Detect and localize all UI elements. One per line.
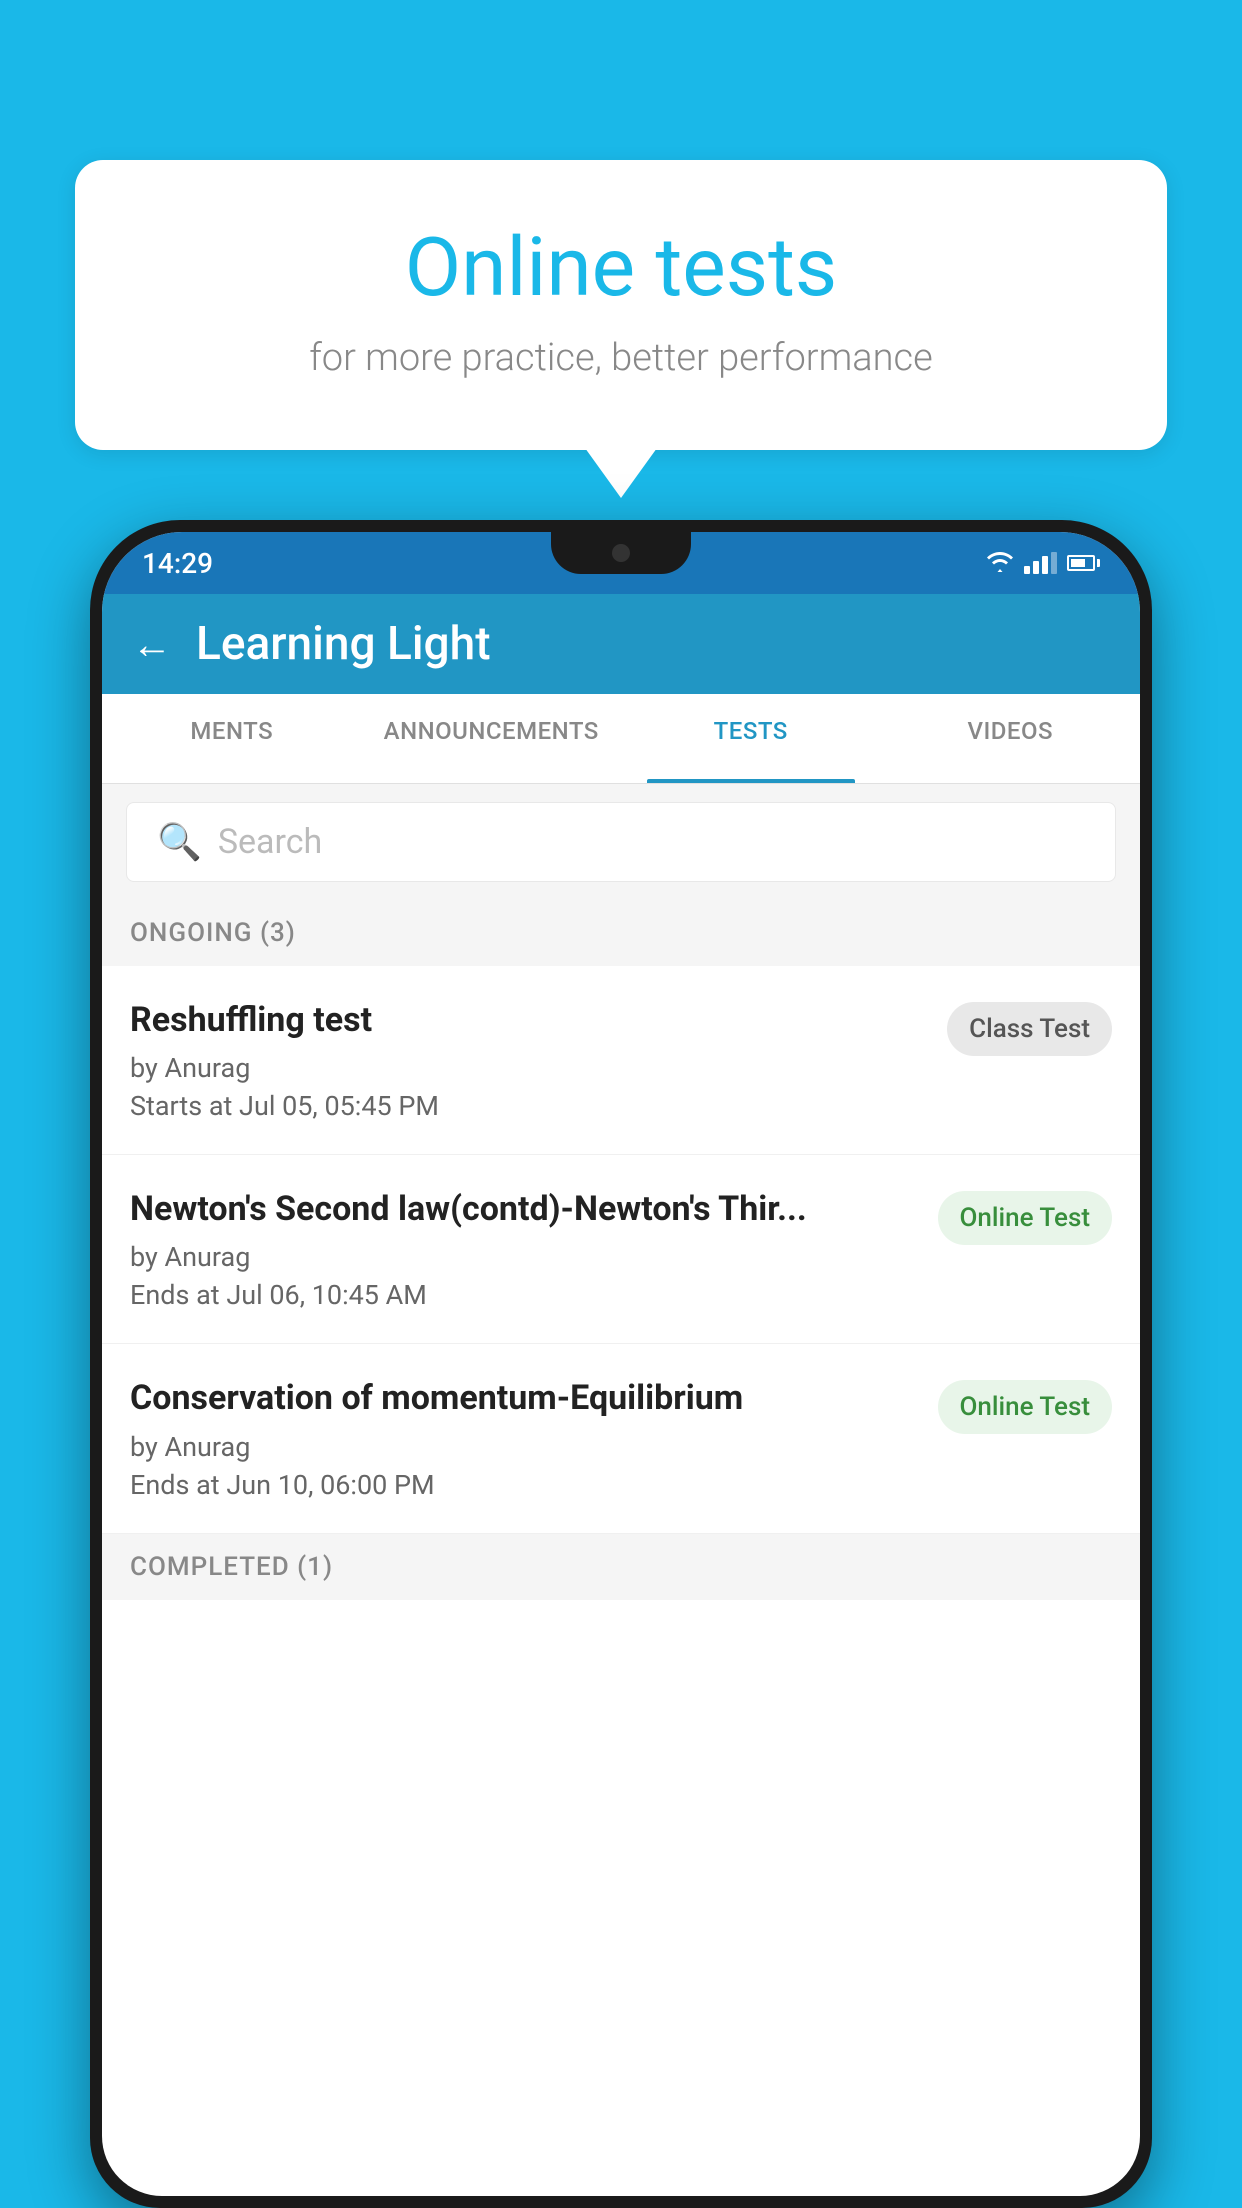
- wifi-icon: [986, 552, 1014, 574]
- test-name-2: Newton's Second law(contd)-Newton's Thir…: [130, 1187, 918, 1231]
- test-info-2: Newton's Second law(contd)-Newton's Thir…: [130, 1187, 938, 1311]
- test-info-3: Conservation of momentum-Equilibrium by …: [130, 1376, 938, 1500]
- test-list: Reshuffling test by Anurag Starts at Jul…: [102, 966, 1140, 1534]
- phone-screen: 14:29: [102, 532, 1140, 2196]
- tab-videos[interactable]: VIDEOS: [881, 694, 1141, 783]
- test-item-reshuffling[interactable]: Reshuffling test by Anurag Starts at Jul…: [102, 966, 1140, 1155]
- completed-label: COMPLETED (1): [130, 1552, 333, 1582]
- phone-frame: 14:29: [90, 520, 1152, 2208]
- test-author-2: by Anurag: [130, 1241, 918, 1273]
- tab-tests[interactable]: TESTS: [621, 694, 881, 783]
- bubble-title: Online tests: [125, 220, 1117, 316]
- status-bar: 14:29: [102, 532, 1140, 594]
- test-date-2: Ends at Jul 06, 10:45 AM: [130, 1279, 918, 1311]
- tab-ments[interactable]: MENTS: [102, 694, 362, 783]
- test-badge-1: Class Test: [947, 1002, 1112, 1056]
- ongoing-section-header: ONGOING (3): [102, 900, 1140, 966]
- app-bar: ← Learning Light: [102, 594, 1140, 694]
- test-name-1: Reshuffling test: [130, 998, 927, 1042]
- bubble-subtitle: for more practice, better performance: [125, 336, 1117, 380]
- test-date-1: Starts at Jul 05, 05:45 PM: [130, 1090, 927, 1122]
- notch: [551, 532, 691, 574]
- test-author-1: by Anurag: [130, 1052, 927, 1084]
- test-badge-3: Online Test: [938, 1380, 1113, 1434]
- speech-bubble: Online tests for more practice, better p…: [75, 160, 1167, 450]
- back-button[interactable]: ←: [132, 621, 172, 668]
- search-icon: 🔍: [157, 821, 202, 863]
- ongoing-label: ONGOING (3): [130, 918, 296, 948]
- test-item-newtons[interactable]: Newton's Second law(contd)-Newton's Thir…: [102, 1155, 1140, 1344]
- test-author-3: by Anurag: [130, 1431, 918, 1463]
- app-bar-title: Learning Light: [196, 617, 491, 671]
- search-input[interactable]: Search: [218, 822, 322, 862]
- status-time: 14:29: [142, 547, 213, 580]
- status-icons: [986, 552, 1100, 574]
- camera: [612, 544, 630, 562]
- signal-icon: [1024, 552, 1057, 574]
- test-name-3: Conservation of momentum-Equilibrium: [130, 1376, 918, 1420]
- battery-icon: [1067, 555, 1100, 571]
- test-info-1: Reshuffling test by Anurag Starts at Jul…: [130, 998, 947, 1122]
- test-item-conservation[interactable]: Conservation of momentum-Equilibrium by …: [102, 1344, 1140, 1533]
- tabs-bar: MENTS ANNOUNCEMENTS TESTS VIDEOS: [102, 694, 1140, 784]
- test-badge-2: Online Test: [938, 1191, 1113, 1245]
- tab-announcements[interactable]: ANNOUNCEMENTS: [362, 694, 622, 783]
- search-bar[interactable]: 🔍 Search: [126, 802, 1116, 882]
- search-container: 🔍 Search: [102, 784, 1140, 900]
- completed-section-header: COMPLETED (1): [102, 1534, 1140, 1600]
- test-date-3: Ends at Jun 10, 06:00 PM: [130, 1469, 918, 1501]
